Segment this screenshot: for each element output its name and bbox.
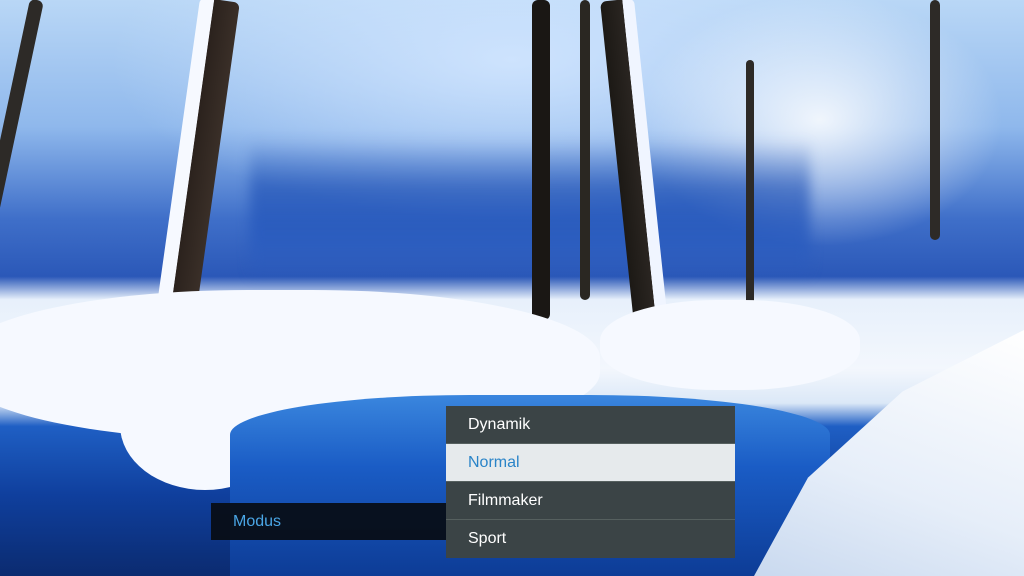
tree-trunk — [930, 0, 940, 240]
background-forest — [250, 140, 810, 280]
tree-trunk — [580, 0, 590, 300]
mode-setting-bar[interactable]: Modus — [211, 503, 446, 540]
tree-trunk — [532, 0, 550, 320]
option-sport[interactable]: Sport — [446, 520, 735, 557]
option-dynamik[interactable]: Dynamik — [446, 406, 735, 443]
mode-setting-label: Modus — [233, 513, 282, 530]
option-normal[interactable]: Normal — [446, 444, 735, 481]
tree-trunk — [746, 60, 754, 320]
snow-bank — [600, 300, 860, 390]
option-filmmaker[interactable]: Filmmaker — [446, 482, 735, 519]
mode-dropdown[interactable]: Dynamik Normal Filmmaker Sport — [446, 406, 735, 558]
